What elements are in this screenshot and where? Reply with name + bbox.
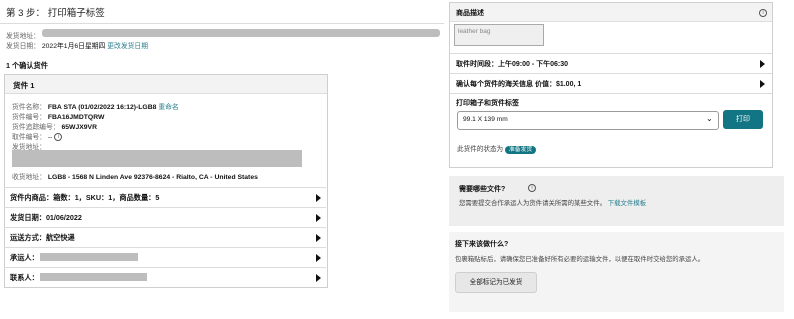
pickup-window-label: 取件时间段：上午09:00 - 下午06:30 [456,61,569,68]
label-size-value: 99.1 X 139 mm [463,116,508,123]
pickup-window-row[interactable]: 取件时间段：上午09:00 - 下午06:30 [450,53,772,73]
next-steps-box: 接下来该做什么? 包裹箱贴标后，请确保您已准备好所有必要的运输文件，以便在取件时… [449,232,784,312]
download-template-link[interactable]: 下载文件模板 [608,200,646,207]
expand-arrow-icon [316,254,321,262]
documents-text-row: 您需要提交合作承运人为货件请关所需的某些文件。 下载文件模板 [459,198,646,207]
pickup-id-value: -- [47,134,53,141]
info-icon[interactable]: i [759,9,767,17]
expand-arrow-icon [316,194,321,202]
shipment-name-value: FBA STA (01/02/2022 16:12)-LGB8 [47,104,157,111]
label-size-select[interactable]: 99.1 X 139 mm ⌄ [457,111,719,130]
next-steps-text: 包裹箱贴标后，请确保您已准备好所有必要的运输文件，以便在取件时交给您的承运人。 [455,256,705,263]
ship-date-value: 2022年1月6日星期四 [41,43,106,50]
divider [450,93,772,94]
carrier-label: 承运人： [10,253,39,262]
shipment-details-panel: 商品描述 i leather bag 取件时间段：上午09:00 - 下午06:… [449,2,773,168]
redacted-shipment-address [12,150,302,167]
redacted-carrier [40,253,138,261]
tracking-row: 货件追踪编号： 65WJX9VR [12,121,97,131]
shipping-method-label: 运送方式：航空快递 [10,233,75,242]
expand-arrow-icon [760,80,765,88]
confirmed-shipments-heading: 1 个确认货件 [6,61,48,70]
ship-to-row: 收货地址： LGB8 - 1568 N Linden Ave 92376-862… [12,171,258,181]
ship-date-expand-row[interactable]: 发货日期：01/06/2022 [4,207,326,227]
info-icon[interactable]: i [528,184,536,192]
carrier-row[interactable]: 承运人： [4,247,326,267]
shipping-method-row[interactable]: 运送方式：航空快递 [4,227,326,247]
shipment-id-value: FBA16JMDTQRW [47,114,105,121]
mark-all-shipped-button[interactable]: 全部标记为已发货 [455,272,537,293]
contact-label: 联系人： [10,273,39,282]
ship-date-row-label: 发货日期：01/06/2022 [10,213,82,222]
expand-arrow-icon [316,214,321,222]
tracking-value: 65WJX9VR [61,124,97,131]
ship-date-row: 发货日期： 2022年1月6日星期四 更改发货日期 [6,40,148,50]
shipment-title: 货件 1 [13,81,35,90]
change-ship-date-link[interactable]: 更改发货日期 [107,43,148,50]
ship-date-label: 发货日期： [6,43,40,50]
shipment-name-label: 货件名称： [12,104,46,111]
expand-arrow-icon [316,234,321,242]
status-label: 此货件的状态为 [457,146,504,153]
pickup-id-label: 取件编号： [12,134,46,141]
contact-row[interactable]: 联系人： [4,267,326,287]
customs-info-row[interactable]: 确认每个货件的海关信息 价值：$1.00, 1 [450,73,772,93]
documents-info-box: 需要哪些文件? i 您需要提交合作承运人为货件请关所需的某些文件。 下载文件模板 [449,176,784,226]
chevron-down-icon: ⌄ [706,114,713,123]
documents-title: 需要哪些文件? [459,186,506,193]
documents-text: 您需要提交合作承运人为货件请关所需的某些文件。 [459,200,606,207]
redacted-contact [40,273,147,281]
redacted-ship-from [42,29,440,37]
next-steps-title: 接下来该做什么? [455,241,509,248]
shipment-card-header: 货件 1 [5,75,327,94]
status-badge: 准备发货 [505,146,537,154]
print-labels-title: 打印箱子和货件标签 [456,100,519,107]
divider [0,23,444,24]
status-row: 此货件的状态为 准备发货 [457,143,537,154]
contents-label: 货件内商品：箱数：1，SKU：1，商品数量：5 [10,193,160,202]
expand-arrow-icon [760,60,765,68]
rename-link[interactable]: 重命名 [158,104,178,111]
contents-row[interactable]: 货件内商品：箱数：1，SKU：1，商品数量：5 [4,187,326,207]
print-button[interactable]: 打印 [723,110,763,129]
info-icon[interactable]: i [54,133,63,142]
shipment-name-row: 货件名称： FBA STA (01/02/2022 16:12)-LGB8 重命… [12,101,179,111]
shipment-id-label: 货件编号： [12,114,46,121]
ship-from-row: 发货地址： [6,30,40,40]
shipment-id-row: 货件编号： FBA16JMDTQRW [12,111,104,121]
ship-to-label: 收货地址： [12,174,46,181]
ship-from-label: 发货地址： [6,33,40,40]
expand-arrow-icon [316,274,321,282]
product-desc-title: 商品描述 [456,10,484,17]
product-desc-textarea[interactable]: leather bag [454,24,544,46]
customs-info-label: 确认每个货件的海关信息 价值：$1.00, 1 [456,81,582,88]
tracking-label: 货件追踪编号： [12,124,60,131]
ship-to-value: LGB8 - 1568 N Linden Ave 92376-8624 - Ri… [47,174,258,181]
pickup-id-row: 取件编号： -- i [12,131,63,142]
product-desc-header: 商品描述 i [450,3,772,22]
page-title: 第 3 步： 打印箱子标签 [6,8,105,19]
